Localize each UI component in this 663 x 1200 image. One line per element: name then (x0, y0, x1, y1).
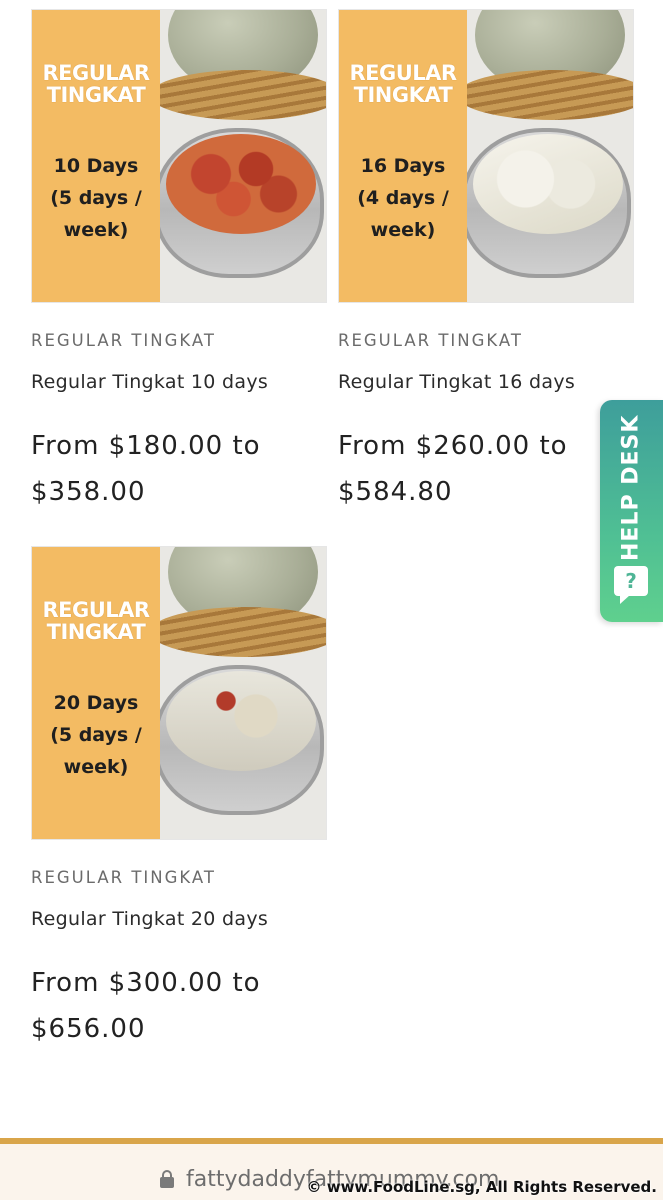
watermark-text: © www.FoodLine.sg, All Rights Reserved. (306, 1178, 657, 1196)
product-price: From $260.00 to $584.80 (338, 431, 568, 507)
image-brand-text: REGULAR TINGKAT (349, 61, 457, 107)
product-title-link[interactable]: Regular Tingkat 20 days (31, 908, 268, 930)
help-desk-label: HELP DESK (618, 414, 644, 562)
product-price: From $300.00 to $656.00 (31, 968, 261, 1044)
image-days-text: 10 Days (5 days / week) (50, 155, 142, 241)
product-image[interactable]: REGULAR TINGKAT 16 Days (4 days / week) (338, 9, 634, 303)
food-photo (160, 547, 326, 839)
product-title-link[interactable]: Regular Tingkat 16 days (338, 371, 575, 393)
product-image[interactable]: REGULAR TINGKAT 10 Days (5 days / week) (31, 9, 327, 303)
help-desk-button[interactable]: HELP DESK ? (600, 400, 663, 622)
image-label-band: REGULAR TINGKAT 16 Days (4 days / week) (339, 10, 467, 302)
image-label-band: REGULAR TINGKAT 10 Days (5 days / week) (32, 10, 160, 302)
image-brand-text: REGULAR TINGKAT (42, 61, 150, 107)
product-vendor: REGULAR TINGKAT (31, 868, 217, 887)
image-label-band: REGULAR TINGKAT 20 Days (5 days / week) (32, 547, 160, 839)
product-image[interactable]: REGULAR TINGKAT 20 Days (5 days / week) (31, 546, 327, 840)
product-price: From $180.00 to $358.00 (31, 431, 261, 507)
image-days-text: 20 Days (5 days / week) (50, 692, 142, 778)
product-vendor: REGULAR TINGKAT (338, 331, 524, 350)
image-brand-text: REGULAR TINGKAT (42, 598, 150, 644)
lock-icon (160, 1170, 174, 1188)
question-chat-icon: ? (614, 566, 648, 604)
food-photo (467, 10, 633, 302)
product-title-link[interactable]: Regular Tingkat 10 days (31, 371, 268, 393)
food-photo (160, 10, 326, 302)
product-vendor: REGULAR TINGKAT (31, 331, 217, 350)
image-days-text: 16 Days (4 days / week) (357, 155, 449, 241)
